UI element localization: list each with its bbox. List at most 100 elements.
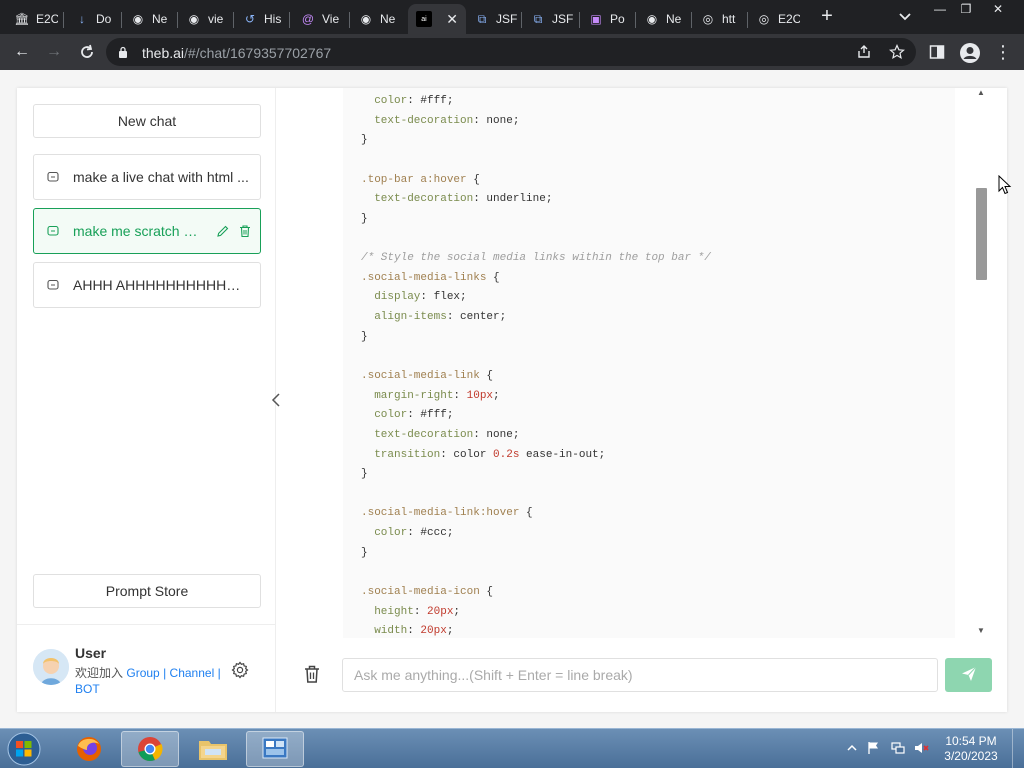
chrome-taskbar-button[interactable] [121,731,179,767]
code-token: { [519,507,533,520]
tab-search-icon[interactable] [896,8,914,26]
control-panel-taskbar-button[interactable] [246,731,304,767]
browser-tab[interactable]: ◉ Ne [350,4,408,34]
prompt-store-button[interactable]: Prompt Store [33,574,261,608]
edit-pencil-icon[interactable] [216,224,230,238]
browser-tab[interactable]: ⧉ JSF [466,4,522,34]
code-token: display [361,291,421,304]
clear-chat-trash-icon[interactable] [303,664,321,684]
bot-link[interactable]: BOT [75,682,100,696]
action-center-flag-icon[interactable] [866,741,882,755]
sidebar: New chat make a live chat with html ... … [17,88,276,712]
browser-tab[interactable]: ◎ htt [692,4,748,34]
restore-button[interactable]: ❐ [952,0,980,18]
browser-tab[interactable]: ◉ vie [178,4,234,34]
code-line: height: 20px; [361,603,711,623]
chat-list-item[interactable]: AHHH AHHHHHHHHHHHH... [33,262,261,308]
clock-date: 3/20/2023 [944,749,998,763]
chat-title: AHHH AHHHHHHHHHHHH... [73,277,249,293]
file-explorer-taskbar-button[interactable] [184,731,242,767]
code-token: 0.2s [493,448,520,461]
profile-avatar-icon[interactable] [959,42,981,64]
bank-icon: 🏛 [14,12,30,26]
code-token: : [407,625,421,638]
side-panel-icon[interactable] [929,44,945,60]
browser-tab[interactable]: @ Vie [292,4,350,34]
delete-trash-icon[interactable] [238,224,252,238]
send-button[interactable] [945,658,992,692]
code-token: } [361,134,368,147]
code-line: text-decoration: none; [361,112,711,132]
code-line: color: #ccc; [361,524,711,544]
tab-title: Do [96,12,112,26]
chat-list-item[interactable]: make a live chat with html ... [33,154,261,200]
chat-list-item-active[interactable]: make me scratch c... [33,208,261,254]
browser-tab[interactable]: ↺ His [234,4,290,34]
code-token: { [479,369,494,382]
tab-close-icon[interactable]: ✕ [446,11,458,28]
close-window-button[interactable]: ✕ [984,0,1012,18]
volume-muted-icon[interactable] [914,741,930,755]
firefox-taskbar-button[interactable] [60,731,118,767]
chrome-icon [138,737,163,762]
code-block: color: #fff; text-decoration: none;} .top… [343,88,955,638]
code-token: height [361,605,414,618]
group-link[interactable]: Group [126,666,159,680]
network-icon[interactable] [890,741,906,755]
channel-link[interactable]: Channel [170,666,215,680]
code-token: 20px [427,605,454,618]
address-bar[interactable]: theb.ai/#/chat/1679357702767 [106,38,916,66]
browser-tab-active[interactable]: ai ✕ [408,4,466,34]
new-tab-button[interactable]: + [816,6,838,28]
page-scrollbar[interactable]: ▲ ▼ [973,88,987,638]
chat-app-card: New chat make a live chat with html ... … [17,88,1007,712]
scroll-down-arrow-icon[interactable]: ▼ [976,626,986,636]
tray-expand-arrow-icon[interactable] [844,741,860,755]
new-chat-button[interactable]: New chat [33,104,261,138]
lock-icon [119,46,127,58]
code-content: color: #fff; text-decoration: none;} .top… [361,92,711,638]
tab-separator [63,12,64,28]
page-background: New chat make a live chat with html ... … [0,70,1024,728]
code-token: ease-in-out; [519,448,606,461]
browser-tab[interactable]: ⧉ JSF [522,4,580,34]
send-paper-plane-icon [961,666,976,681]
at-icon: @ [301,12,315,26]
code-token: color [361,409,408,422]
avatar[interactable] [33,649,69,685]
show-desktop-button[interactable] [1012,729,1024,768]
browser-tab[interactable]: ▣ Po [580,4,636,34]
user-avatar-icon [33,649,69,685]
code-token: /* Style the social media links within t… [361,252,711,265]
code-line: } [361,131,711,151]
system-clock[interactable]: 10:54 PM 3/20/2023 [940,734,1002,764]
code-line: text-decoration: underline; [361,190,711,210]
bookmark-star-icon[interactable] [889,44,905,60]
scrollbar-thumb[interactable] [976,188,987,280]
gear-icon[interactable] [231,661,249,679]
reload-icon[interactable] [77,42,97,62]
back-button[interactable]: ← [12,42,32,62]
browser-tab[interactable]: ◎ E2C [748,4,806,34]
chrome-icon: ◉ [188,12,200,26]
windows-start-icon[interactable] [4,731,44,767]
chat-input[interactable] [342,658,938,692]
tab-title: htt [722,12,736,26]
mouse-cursor-icon [998,175,1012,195]
code-line: /* Style the social media links within t… [361,249,711,269]
browser-tab[interactable]: 🏛 E2C [6,4,64,34]
code-line: color: #fff; [361,406,711,426]
code-line: display: flex; [361,288,711,308]
browser-toolbar: ← → theb.ai/#/chat/1679357702767 ⋮ [0,34,1024,70]
scroll-up-arrow-icon[interactable]: ▲ [976,88,986,98]
browser-tab[interactable]: ◉ Ne [636,4,692,34]
minimize-button[interactable]: — [926,0,954,18]
code-token: transition [361,448,441,461]
chat-bubble-icon [47,225,59,236]
browser-tab[interactable]: ↓ Do [66,4,122,34]
chrome-menu-button[interactable]: ⋮ [993,42,1013,62]
forward-button[interactable]: → [44,42,64,62]
browser-tab[interactable]: ◉ Ne [122,4,178,34]
share-icon[interactable] [856,44,872,60]
